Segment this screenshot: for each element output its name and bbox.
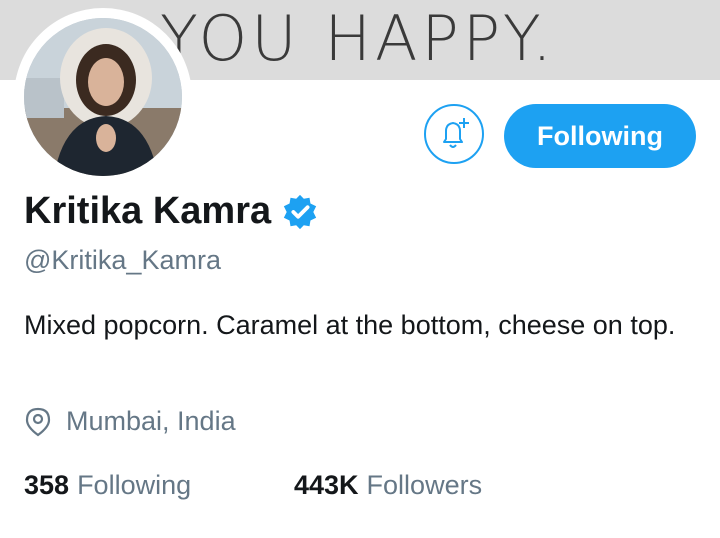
- following-count: 358: [24, 470, 70, 500]
- name-row: Kritika Kamra: [24, 190, 319, 233]
- profile-location: Mumbai, India: [24, 406, 236, 437]
- profile-handle: @Kritika_Kamra: [24, 245, 221, 275]
- banner-text: YOU HAPPY.: [160, 2, 556, 75]
- avatar-photo: [24, 18, 182, 176]
- verified-badge-icon: [283, 194, 317, 229]
- location-pin-icon: [25, 407, 51, 436]
- followers-label: Followers: [366, 470, 483, 500]
- profile-bio: Mixed popcorn. Caramel at the bottom, ch…: [24, 310, 676, 340]
- following-label: Following: [77, 470, 192, 500]
- following-button[interactable]: Following: [504, 104, 696, 168]
- avatar-border: [14, 8, 192, 186]
- following-stat[interactable]: 358 Following: [24, 470, 191, 501]
- profile-name: Kritika Kamra: [24, 190, 272, 232]
- avatar[interactable]: [24, 18, 182, 176]
- bell-plus-icon: [443, 118, 469, 148]
- followers-stat[interactable]: 443K Followers: [294, 470, 482, 501]
- followers-count: 443K: [294, 470, 359, 500]
- location-text: Mumbai, India: [66, 406, 236, 436]
- notifications-bell-button[interactable]: [424, 104, 484, 164]
